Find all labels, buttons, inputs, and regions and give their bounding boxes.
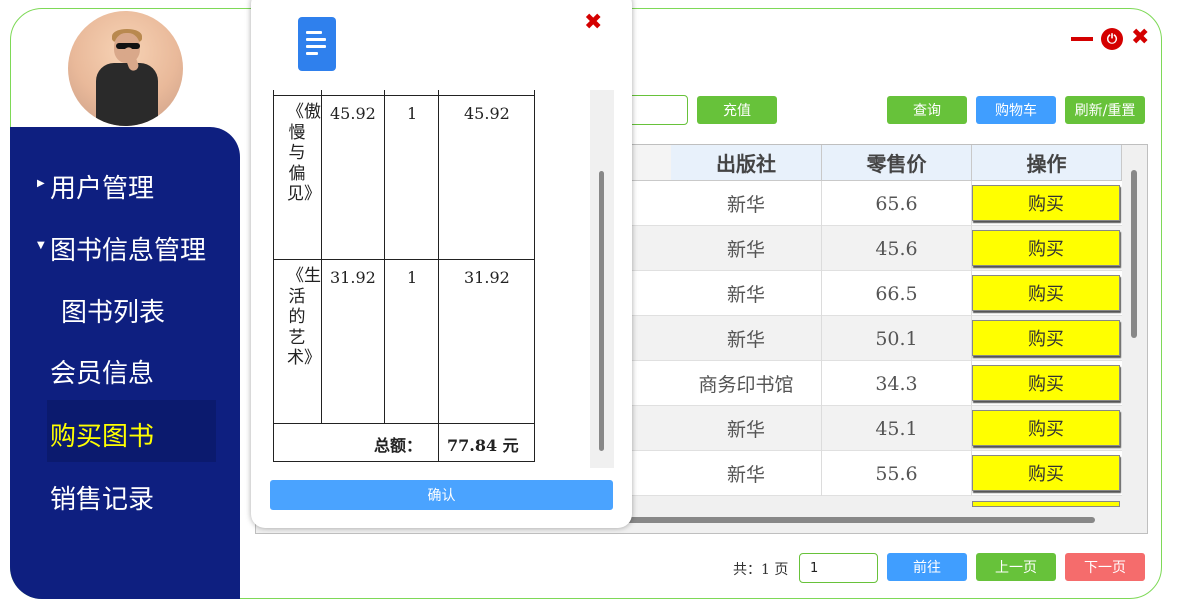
buy-button[interactable]: 购买 — [972, 365, 1120, 401]
receipt-total-label: 总额： — [374, 436, 423, 455]
receipt-item-qty: 1 — [407, 104, 418, 123]
recharge-button[interactable]: 充值 — [697, 96, 777, 124]
publisher-cell: 新华 — [671, 406, 822, 451]
receipt-item-qty: 1 — [407, 268, 418, 287]
cart-button[interactable]: 购物车 — [976, 96, 1056, 124]
table-horizontal-scrollbar[interactable] — [560, 517, 1095, 523]
avatar[interactable] — [68, 11, 183, 126]
publisher-cell: 商务印书馆 — [671, 361, 822, 406]
avatar-body — [96, 63, 158, 126]
close-icon[interactable]: ✖ — [1131, 25, 1149, 50]
sidebar-item-user-management[interactable]: 用户管理 — [50, 168, 154, 205]
publisher-cell: 新华 — [671, 451, 822, 496]
document-icon — [298, 17, 336, 71]
refresh-reset-button[interactable]: 刷新/重置 — [1065, 96, 1145, 124]
receipt-item-unit-price: 45.92 — [330, 104, 376, 123]
receipt-item-title: 《生活的艺术》 — [287, 266, 321, 368]
receipt-row-line — [273, 259, 535, 260]
sidebar-item-book-info-management[interactable]: 图书信息管理 — [50, 230, 206, 267]
sidebar-item-member-info[interactable]: 会员信息 — [50, 353, 154, 390]
dialog-close-icon[interactable]: ✖ — [584, 10, 602, 35]
receipt-col-line — [321, 90, 322, 424]
table-header-publisher: 出版社 — [671, 145, 822, 181]
receipt: 《傲慢与偏见》 45.92 1 45.92 《生活的艺术》 31.92 1 31… — [270, 90, 616, 478]
page-input[interactable]: 1 — [799, 553, 878, 583]
price-cell: 55.6 — [822, 451, 972, 496]
goto-button[interactable]: 前往 — [887, 553, 967, 581]
power-icon[interactable]: ⏻ — [1101, 28, 1123, 50]
receipt-item-subtotal: 31.92 — [464, 268, 510, 287]
minimize-icon[interactable] — [1071, 37, 1093, 41]
sidebar-item-buy-books[interactable]: 购买图书 — [50, 416, 154, 453]
buy-button[interactable]: 购买 — [972, 455, 1120, 491]
price-cell: 45.1 — [822, 406, 972, 451]
cart-dialog: ✖ 《傲慢与偏见》 45.92 1 45.92 《生活的艺术》 31.92 1 … — [251, 0, 632, 528]
publisher-cell: 新华 — [671, 181, 822, 226]
caret-right-icon: ▶ — [37, 178, 45, 189]
table-vertical-scrollbar[interactable] — [1131, 170, 1137, 338]
receipt-item-subtotal: 45.92 — [464, 104, 510, 123]
price-cell: 50.1 — [822, 316, 972, 361]
buy-button[interactable]: 购买 — [972, 275, 1120, 311]
receipt-col-line — [384, 90, 385, 424]
buy-button[interactable]: 购买 — [972, 410, 1120, 446]
receipt-item-unit-price: 31.92 — [330, 268, 376, 287]
buy-button[interactable]: 购买 — [972, 230, 1120, 266]
receipt-row-line — [273, 423, 535, 424]
sidebar-item-sales-records[interactable]: 销售记录 — [50, 479, 154, 516]
table-header-price: 零售价 — [822, 145, 972, 181]
price-cell: 65.6 — [822, 181, 972, 226]
query-button[interactable]: 查询 — [887, 96, 967, 124]
buy-button[interactable]: 购买 — [972, 185, 1120, 221]
sidebar-item-book-list[interactable]: 图书列表 — [61, 292, 165, 329]
publisher-cell: 新华 — [671, 226, 822, 271]
prev-page-button[interactable]: 上一页 — [976, 553, 1056, 581]
receipt-total-value: 77.84 元 — [447, 436, 519, 455]
pager-total: 共：1 页 — [733, 562, 789, 578]
next-page-button[interactable]: 下一页 — [1065, 553, 1145, 581]
receipt-col-line — [438, 90, 439, 462]
receipt-item-title: 《傲慢与偏见》 — [287, 102, 321, 204]
publisher-cell: 新华 — [671, 316, 822, 361]
buy-button[interactable]: 购买 — [972, 320, 1120, 356]
caret-down-icon: ▼ — [37, 240, 45, 251]
price-cell: 66.5 — [822, 271, 972, 316]
publisher-cell: 新华 — [671, 271, 822, 316]
price-cell: 45.6 — [822, 226, 972, 271]
price-cell: 34.3 — [822, 361, 972, 406]
table-header-action: 操作 — [972, 145, 1122, 181]
confirm-button[interactable]: 确认 — [270, 480, 613, 510]
dialog-scrollbar[interactable] — [599, 171, 604, 451]
receipt-row-line — [273, 95, 535, 96]
buy-button-partial[interactable] — [972, 501, 1120, 507]
